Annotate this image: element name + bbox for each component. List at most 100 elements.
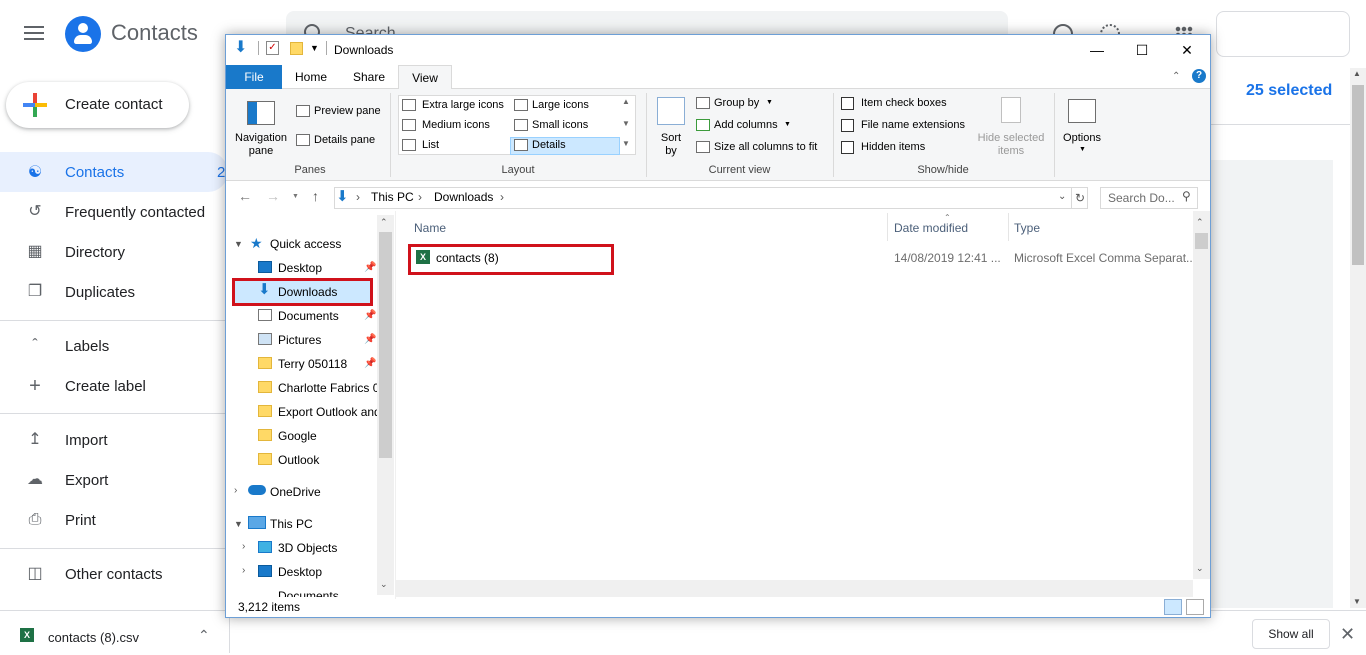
layout-scroll-down-icon[interactable]: ▼ <box>622 119 630 128</box>
nav-quick-access[interactable]: Quick access <box>270 237 341 251</box>
nav-onedrive[interactable]: OneDrive <box>270 485 321 499</box>
nav-pc-documents[interactable]: Documents <box>278 589 339 597</box>
layout-more-icon[interactable]: ▼ <box>622 139 630 148</box>
column-header-type[interactable]: Type <box>1014 221 1040 235</box>
details-option[interactable]: Details <box>532 139 566 151</box>
scroll-up-arrow-icon[interactable]: ⌃ <box>1196 217 1204 228</box>
expand-onedrive-icon[interactable]: › <box>234 485 237 496</box>
file-list-scrollbar-thumb[interactable] <box>1195 233 1208 249</box>
nav-documents[interactable]: Documents <box>278 309 339 323</box>
forward-arrow-icon[interactable]: → <box>266 188 280 204</box>
nav-pictures[interactable]: Pictures <box>278 333 321 347</box>
navigation-pane-label[interactable]: pane <box>230 145 292 157</box>
scroll-down-arrow-icon[interactable]: ▼ <box>1353 597 1361 606</box>
chevron-up-icon[interactable]: ⌃ <box>198 627 210 644</box>
quick-access-toolbar-dropdown-icon[interactable]: ▼ <box>310 43 319 53</box>
scroll-down-arrow-icon[interactable]: ⌄ <box>1196 563 1204 574</box>
nav-this-pc[interactable]: This PC <box>270 517 313 531</box>
horizontal-scrollbar[interactable] <box>396 580 1193 597</box>
account-area[interactable] <box>1216 11 1350 57</box>
maximize-button[interactable]: ☐ <box>1119 37 1165 63</box>
options-dropdown-icon[interactable]: ▼ <box>1079 146 1086 153</box>
properties-icon[interactable]: ✓ <box>266 41 279 55</box>
collapse-ribbon-icon[interactable]: ⌃ <box>1172 71 1180 82</box>
size-all-columns-button[interactable]: Size all columns to fit <box>714 141 817 153</box>
nav-3d-objects[interactable]: 3D Objects <box>278 541 337 555</box>
hide-selected-button[interactable]: Hide selected <box>970 132 1052 144</box>
recent-locations-icon[interactable]: ▼ <box>292 193 299 200</box>
search-input[interactable]: Search Do... <box>1108 191 1175 205</box>
hidden-items-checkbox[interactable] <box>841 141 854 154</box>
breadcrumb-downloads[interactable]: Downloads <box>434 190 493 204</box>
nav-contacts[interactable]: Contacts <box>65 164 124 181</box>
small-icons-option[interactable]: Small icons <box>532 119 588 131</box>
nav-directory[interactable]: Directory <box>65 244 125 261</box>
item-check-boxes-checkbox[interactable] <box>841 97 854 110</box>
chevron-up-icon[interactable]: ˆ <box>26 337 44 355</box>
details-pane-button[interactable]: Details pane <box>314 134 375 146</box>
add-columns-dropdown-icon[interactable]: ▼ <box>784 121 791 128</box>
tab-file[interactable]: File <box>226 65 282 89</box>
help-icon[interactable]: ? <box>1192 69 1206 83</box>
medium-icons-option[interactable]: Medium icons <box>422 119 490 131</box>
page-scrollbar-thumb[interactable] <box>1352 85 1364 265</box>
group-by-button[interactable]: Group by <box>714 97 759 109</box>
add-columns-button[interactable]: Add columns <box>714 119 778 131</box>
nav-duplicates[interactable]: Duplicates <box>65 284 135 301</box>
nav-folder-terry[interactable]: Terry 050118 <box>278 357 347 371</box>
nav-folder-charlotte[interactable]: Charlotte Fabrics 0 <box>278 381 377 395</box>
close-window-button[interactable]: ✕ <box>1164 37 1210 63</box>
refresh-icon[interactable]: ↻ <box>1071 187 1088 209</box>
new-folder-icon[interactable] <box>290 42 303 55</box>
preview-pane-button[interactable]: Preview pane <box>314 105 381 117</box>
nav-pane-scrollbar-thumb[interactable] <box>379 232 392 458</box>
options-button[interactable]: Options <box>1056 132 1108 144</box>
tab-view[interactable]: View <box>398 65 452 90</box>
minimize-button[interactable]: — <box>1074 37 1120 63</box>
navigation-pane-icon[interactable] <box>247 101 275 125</box>
scroll-up-arrow-icon[interactable]: ▲ <box>1353 69 1361 78</box>
nav-folder-google[interactable]: Google <box>278 429 317 443</box>
nav-pc-desktop[interactable]: Desktop <box>278 565 322 579</box>
expand-quick-access-icon[interactable]: ▼ <box>234 239 243 249</box>
nav-folder-outlook[interactable]: Outlook <box>278 453 319 467</box>
scroll-down-arrow-icon[interactable]: ⌄ <box>380 579 388 590</box>
breadcrumb-this-pc[interactable]: This PC <box>371 190 414 204</box>
expand-3d-objects-icon[interactable]: › <box>242 541 245 552</box>
scroll-up-arrow-icon[interactable]: ⌃ <box>380 217 388 228</box>
column-header-date-modified[interactable]: Date modified <box>894 221 968 235</box>
back-arrow-icon[interactable]: ← <box>238 188 252 204</box>
nav-export[interactable]: Export <box>65 472 108 489</box>
nav-print[interactable]: Print <box>65 512 96 529</box>
sort-by-button[interactable]: Sort <box>652 132 690 144</box>
group-by-dropdown-icon[interactable]: ▼ <box>766 99 773 106</box>
file-list-scrollbar[interactable] <box>1193 211 1210 579</box>
details-view-icon[interactable] <box>1164 599 1182 615</box>
expand-this-pc-icon[interactable]: ▼ <box>234 519 243 529</box>
layout-scroll-up-icon[interactable]: ▲ <box>622 97 630 106</box>
file-name-extensions-checkbox[interactable] <box>841 119 854 132</box>
extra-large-icons-option[interactable]: Extra large icons <box>422 99 504 111</box>
show-all-button[interactable]: Show all <box>1252 619 1330 649</box>
hide-selected-label[interactable]: items <box>970 145 1052 157</box>
navigation-pane-button[interactable]: Navigation <box>230 132 292 144</box>
download-file-name[interactable]: contacts (8).csv <box>48 630 139 645</box>
nav-frequently-contacted[interactable]: Frequently contacted <box>65 204 205 221</box>
nav-create-label[interactable]: Create label <box>65 378 146 395</box>
close-icon[interactable]: ✕ <box>1340 624 1355 645</box>
large-icons-view-icon[interactable] <box>1186 599 1204 615</box>
nav-import[interactable]: Import <box>65 432 108 449</box>
search-icon[interactable]: ⚲ <box>1182 189 1191 203</box>
main-menu-icon[interactable] <box>24 26 44 40</box>
tab-home[interactable]: Home <box>290 65 332 89</box>
nav-desktop[interactable]: Desktop <box>278 261 322 275</box>
sort-by-label[interactable]: by <box>652 145 690 157</box>
nav-labels[interactable]: Labels <box>65 338 109 355</box>
up-arrow-icon[interactable]: ↑ <box>312 188 319 204</box>
large-icons-option[interactable]: Large icons <box>532 99 589 111</box>
tab-share[interactable]: Share <box>348 65 390 89</box>
address-dropdown-icon[interactable]: ⌄ <box>1058 191 1066 202</box>
list-option[interactable]: List <box>422 139 439 151</box>
nav-other-contacts[interactable]: Other contacts <box>65 566 163 583</box>
column-header-name[interactable]: Name <box>414 221 446 235</box>
